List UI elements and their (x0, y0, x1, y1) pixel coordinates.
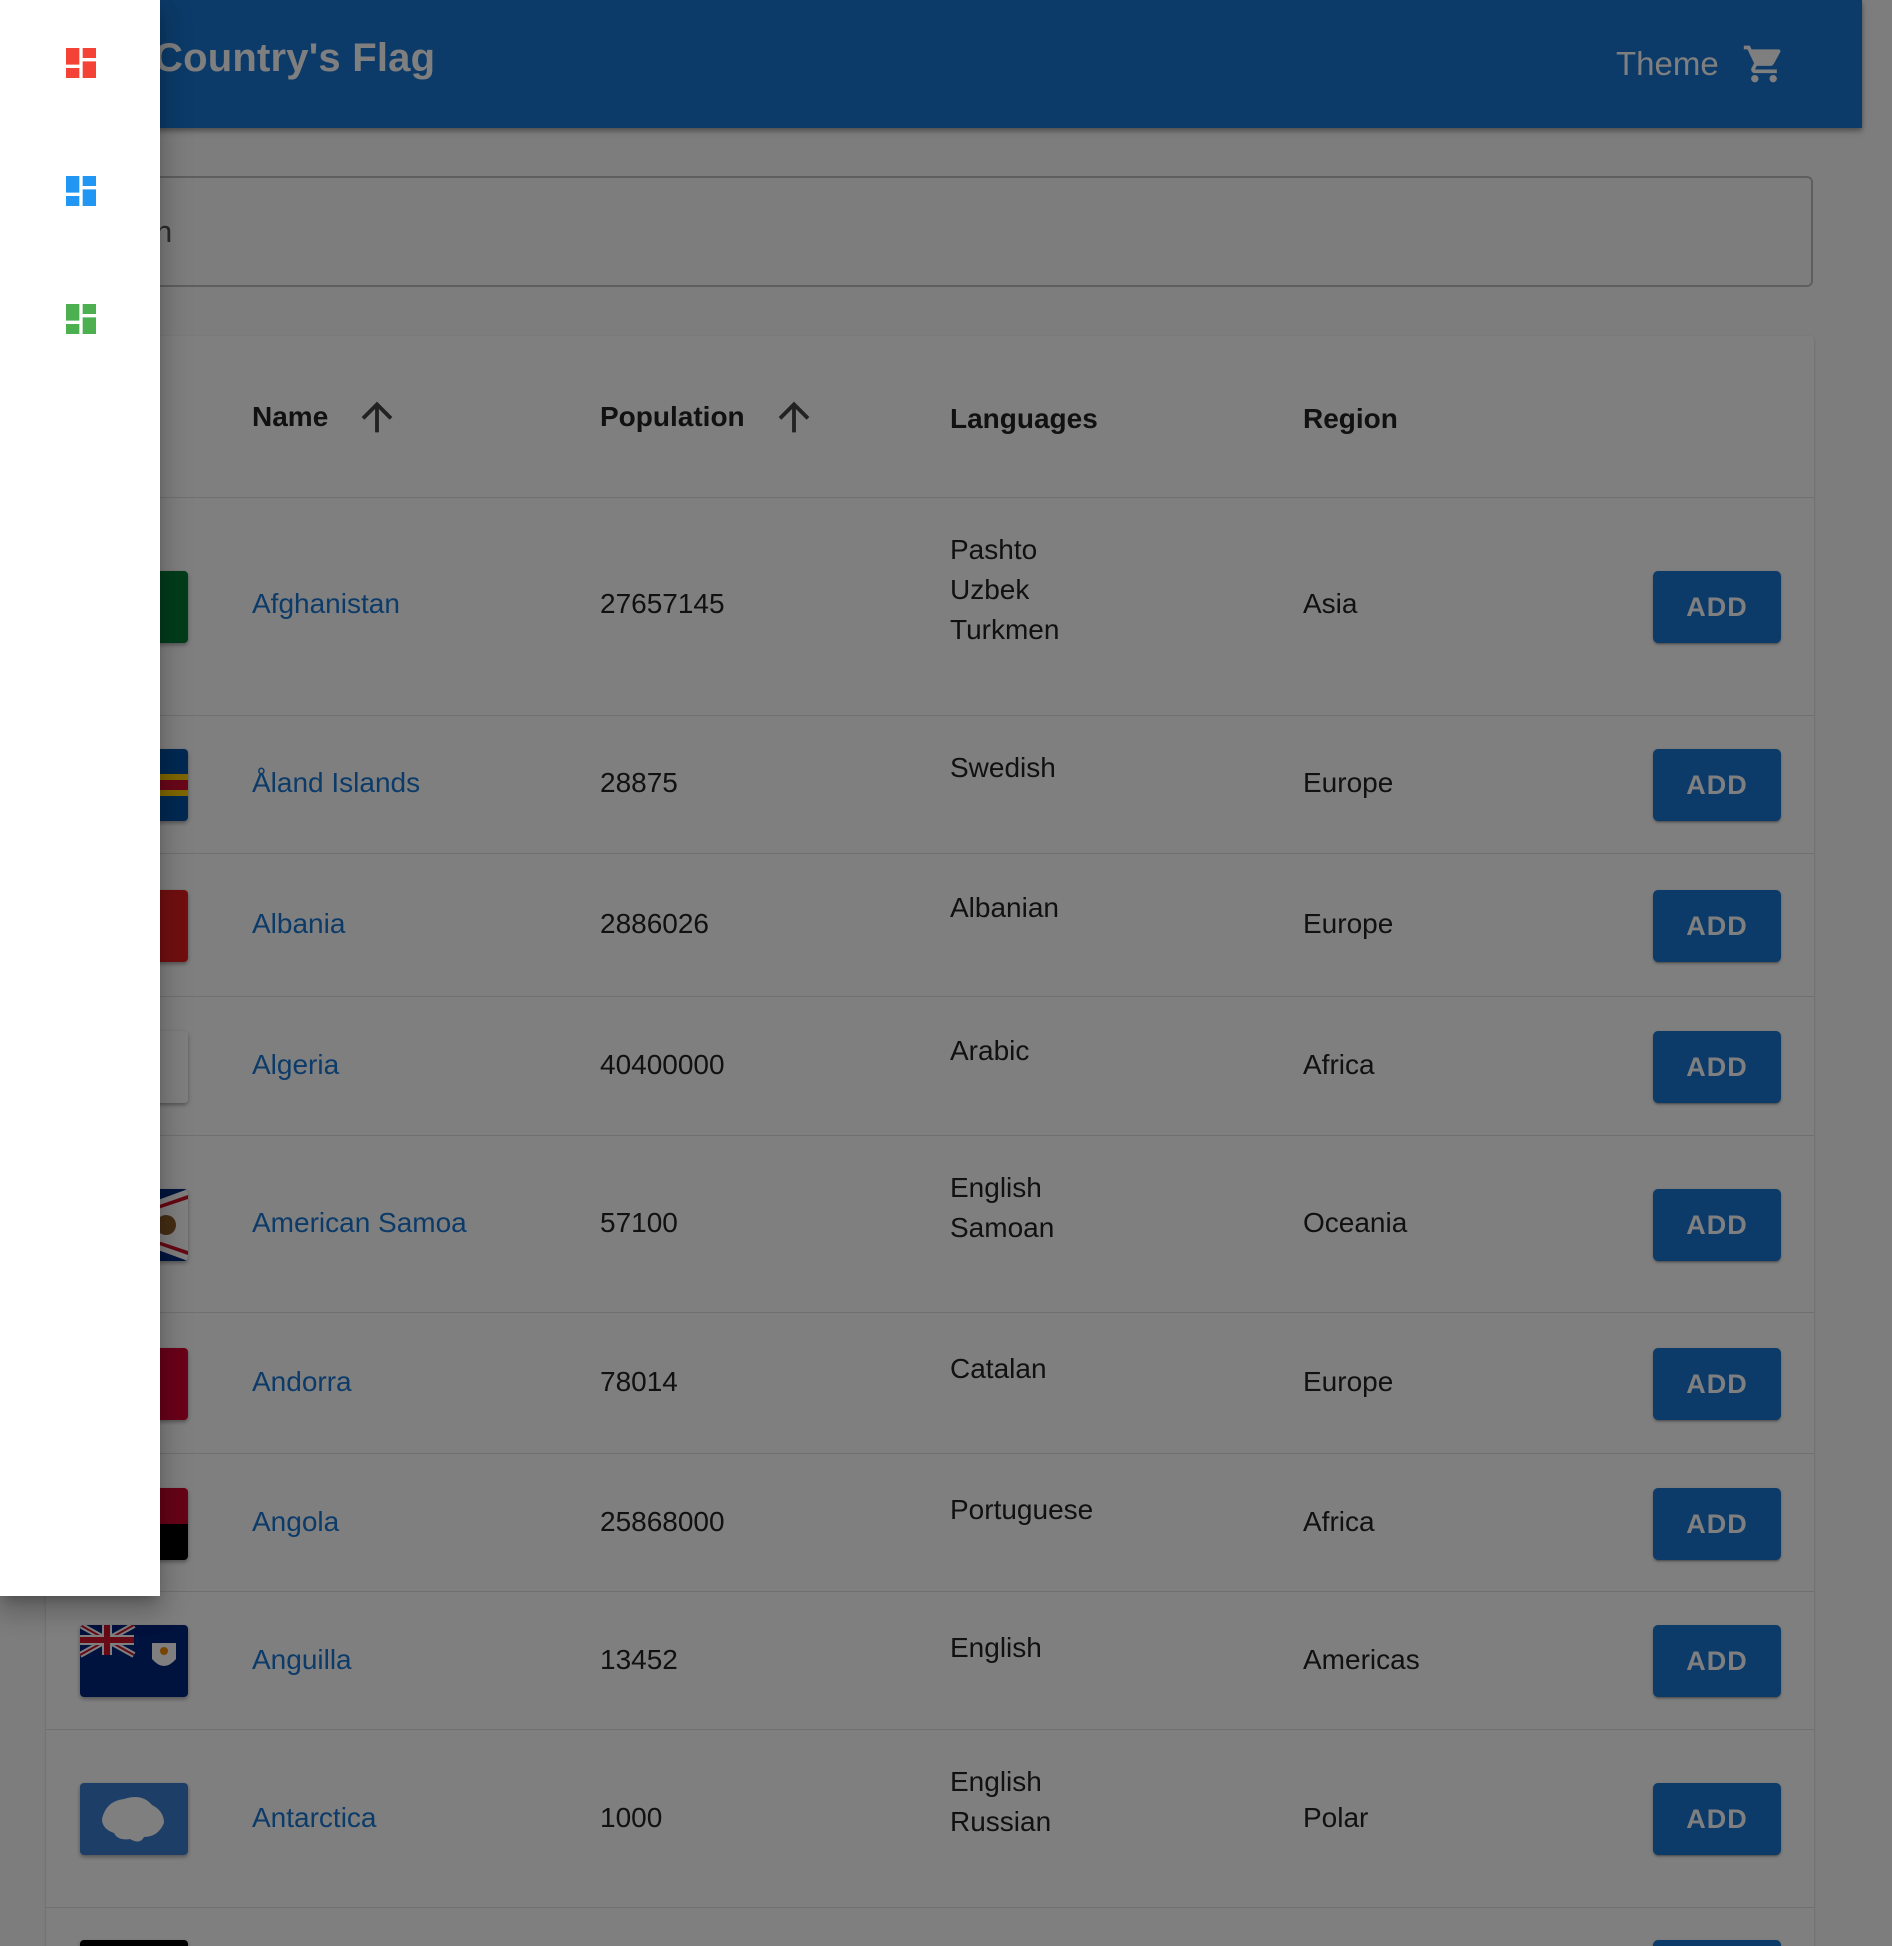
page: Country's Flag Theme Name Population (0, 0, 1892, 1946)
drawer-item-green[interactable] (48, 286, 114, 352)
side-drawer (0, 0, 160, 1596)
dashboard-icon (66, 176, 96, 206)
drawer-item-blue[interactable] (48, 158, 114, 224)
drawer-item-red[interactable] (48, 30, 114, 96)
dashboard-icon (66, 304, 96, 334)
drawer-backdrop[interactable] (0, 0, 1892, 1946)
dashboard-icon (66, 48, 96, 78)
